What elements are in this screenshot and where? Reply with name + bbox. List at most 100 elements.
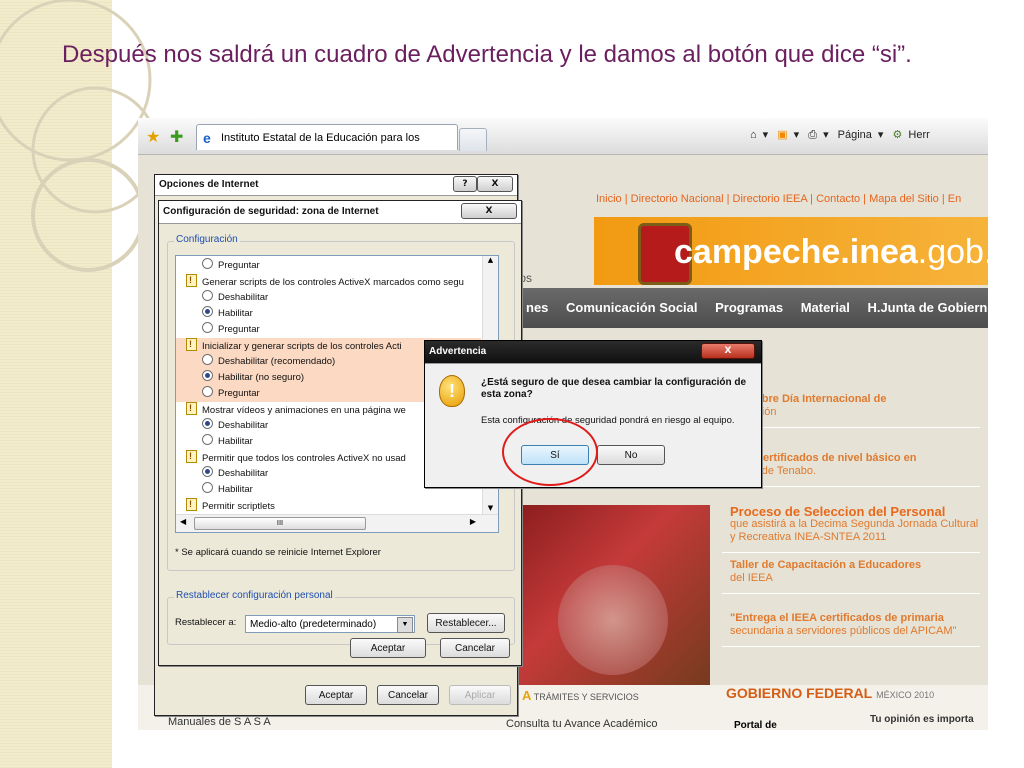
news-item[interactable]: Taller de Capacitación a Educadores del I… xyxy=(722,553,980,594)
web-top-links[interactable]: Inicio | Directorio Nacional | Directori… xyxy=(596,193,961,205)
ie-toolbar: ★ ✚ e Instituto Estatal de la Educación … xyxy=(138,118,988,170)
news-item[interactable]: "Entrega el IEEA certificados de primari… xyxy=(722,606,980,647)
scroll-down-icon[interactable]: ▼ xyxy=(483,504,498,512)
radio-unchecked-icon[interactable] xyxy=(202,258,213,269)
scroll-up-icon[interactable]: ▲ xyxy=(483,256,498,264)
setting-label: Preguntar xyxy=(218,324,260,335)
setting-label: Preguntar xyxy=(218,260,260,271)
command-bar: ⌂ ▾ ▣ ▾ ⎙ ▾ Página ▾ ⚙ Herr xyxy=(750,129,930,141)
setting-group-icon xyxy=(186,400,197,416)
warning-close-button[interactable]: X xyxy=(701,343,755,359)
setting-label: Permitir que todos los controles ActiveX… xyxy=(202,453,406,464)
setting-radio-option[interactable]: Preguntar xyxy=(176,322,481,338)
feeds-dropdown[interactable]: ▾ xyxy=(794,129,800,141)
scroll-right-icon[interactable]: ▶ xyxy=(470,517,476,526)
radio-unchecked-icon[interactable] xyxy=(202,322,213,333)
reset-group-label: Restablecer configuración personal xyxy=(174,590,335,601)
radio-unchecked-icon[interactable] xyxy=(202,434,213,445)
ie-screenshot: ★ ✚ e Instituto Estatal de la Educación … xyxy=(138,118,988,730)
configuration-group-label: Configuración xyxy=(174,234,240,245)
radio-checked-icon[interactable] xyxy=(202,418,213,429)
setting-group-icon xyxy=(186,496,197,512)
radio-checked-icon[interactable] xyxy=(202,466,213,477)
no-button[interactable]: No xyxy=(597,445,665,465)
options-apply-button[interactable]: Aplicar xyxy=(449,685,511,705)
warning-detail: Esta configuración de seguridad pondrá e… xyxy=(481,415,735,426)
scroll-left-icon[interactable]: ◀ xyxy=(180,517,186,526)
home-icon[interactable]: ⌂ xyxy=(750,129,757,141)
portal-link[interactable]: Portal de xyxy=(734,720,777,730)
news-item[interactable]: Proceso de Seleccion del Personal que asi… xyxy=(722,499,980,553)
favorites-star-icon[interactable]: ★ xyxy=(146,127,160,146)
setting-label: Permitir scriptlets xyxy=(202,501,275,512)
close-button[interactable]: X xyxy=(477,176,513,192)
gobierno-federal: GOBIERNO FEDERAL MÉXICO 2010 xyxy=(726,685,935,701)
consulta-link[interactable]: Consulta tu Avance Académico xyxy=(506,718,657,730)
feeds-icon[interactable]: ▣ xyxy=(777,129,787,141)
web-nav-item[interactable]: Comunicación Social xyxy=(566,300,697,315)
tools-menu[interactable]: Herr xyxy=(908,129,929,141)
setting-header: Generar scripts de los controles ActiveX… xyxy=(176,272,481,290)
security-ok-button[interactable]: Aceptar xyxy=(350,638,426,658)
web-brand: campeche.inea.gob.mx xyxy=(674,233,988,271)
horizontal-scrollbar[interactable]: ◀ III ▶ xyxy=(176,514,498,532)
new-tab-button[interactable] xyxy=(459,128,487,151)
restart-note: * Se aplicará cuando se reinicie Interne… xyxy=(175,547,381,558)
warning-shield-icon: ! xyxy=(439,375,465,407)
help-button[interactable]: ? xyxy=(453,176,477,192)
scroll-thumb[interactable]: III xyxy=(194,517,366,530)
radio-unchecked-icon[interactable] xyxy=(202,482,213,493)
options-ok-button[interactable]: Aceptar xyxy=(305,685,367,705)
home-dropdown[interactable]: ▾ xyxy=(763,129,769,141)
reset-level-select[interactable]: Medio-alto (predeterminado) ▼ xyxy=(245,615,415,633)
web-nav-item[interactable]: Programas xyxy=(715,300,783,315)
web-photo xyxy=(518,505,710,705)
setting-label: Preguntar xyxy=(218,388,260,399)
setting-group-icon xyxy=(186,336,197,352)
setting-label: Mostrar vídeos y animaciones en una pági… xyxy=(202,405,406,416)
radio-unchecked-icon[interactable] xyxy=(202,290,213,301)
options-cancel-button[interactable]: Cancelar xyxy=(377,685,439,705)
radio-checked-icon[interactable] xyxy=(202,370,213,381)
page-menu[interactable]: Página xyxy=(838,129,872,141)
chevron-down-icon: ▼ xyxy=(397,617,413,633)
setting-label: Deshabilitar xyxy=(218,468,269,479)
radio-unchecked-icon[interactable] xyxy=(202,386,213,397)
setting-radio-option[interactable]: Deshabilitar xyxy=(176,290,481,306)
web-nav-item[interactable]: Material xyxy=(801,300,850,315)
security-close-button[interactable]: X xyxy=(461,203,517,219)
web-nav-item[interactable]: H.Junta de Gobierno xyxy=(867,300,988,315)
tools-icon: ⚙ xyxy=(892,129,903,141)
security-cancel-button[interactable]: Cancelar xyxy=(440,638,510,658)
setting-header: Permitir scriptlets xyxy=(176,496,481,514)
radio-checked-icon[interactable] xyxy=(202,306,213,317)
setting-group-icon xyxy=(186,272,197,288)
setting-label: Generar scripts de los controles ActiveX… xyxy=(202,277,464,288)
setting-group-icon xyxy=(186,448,197,464)
setting-radio-option[interactable]: Preguntar xyxy=(176,258,481,274)
setting-label: Deshabilitar xyxy=(218,420,269,431)
warning-question: ¿Está seguro de que desea cambiar la con… xyxy=(481,377,747,400)
setting-label: Habilitar (no seguro) xyxy=(218,372,305,383)
tramites-header: A TRÁMITES Y SERVICIOS xyxy=(522,688,639,703)
web-nav-item[interactable]: nes xyxy=(526,300,548,315)
opinion-box[interactable]: Tu opinión es importa xyxy=(870,714,974,725)
setting-label: Deshabilitar xyxy=(218,292,269,303)
highlight-circle xyxy=(502,418,598,486)
setting-radio-option[interactable]: Habilitar xyxy=(176,306,481,322)
setting-label: Habilitar xyxy=(218,436,253,447)
print-dropdown[interactable]: ▾ xyxy=(823,129,829,141)
setting-label: Habilitar xyxy=(218,308,253,319)
slide-title: Después nos saldrá un cuadro de Adverten… xyxy=(62,41,912,68)
setting-label: Deshabilitar (recomendado) xyxy=(218,356,336,367)
web-banner: campeche.inea.gob.mx xyxy=(594,217,988,285)
browser-tab[interactable]: e Instituto Estatal de la Educación para… xyxy=(196,124,458,170)
ie-logo-icon: e xyxy=(203,130,211,146)
add-favorites-icon[interactable]: ✚ xyxy=(170,127,183,146)
radio-unchecked-icon[interactable] xyxy=(202,354,213,365)
web-nav: nes Comunicación Social Programas Materi… xyxy=(510,288,988,328)
reset-label: Restablecer a: xyxy=(175,617,237,628)
print-icon[interactable]: ⎙ xyxy=(808,129,817,141)
reset-button[interactable]: Restablecer... xyxy=(427,613,505,633)
manuales-link[interactable]: Manuales de S A S A xyxy=(168,716,271,728)
